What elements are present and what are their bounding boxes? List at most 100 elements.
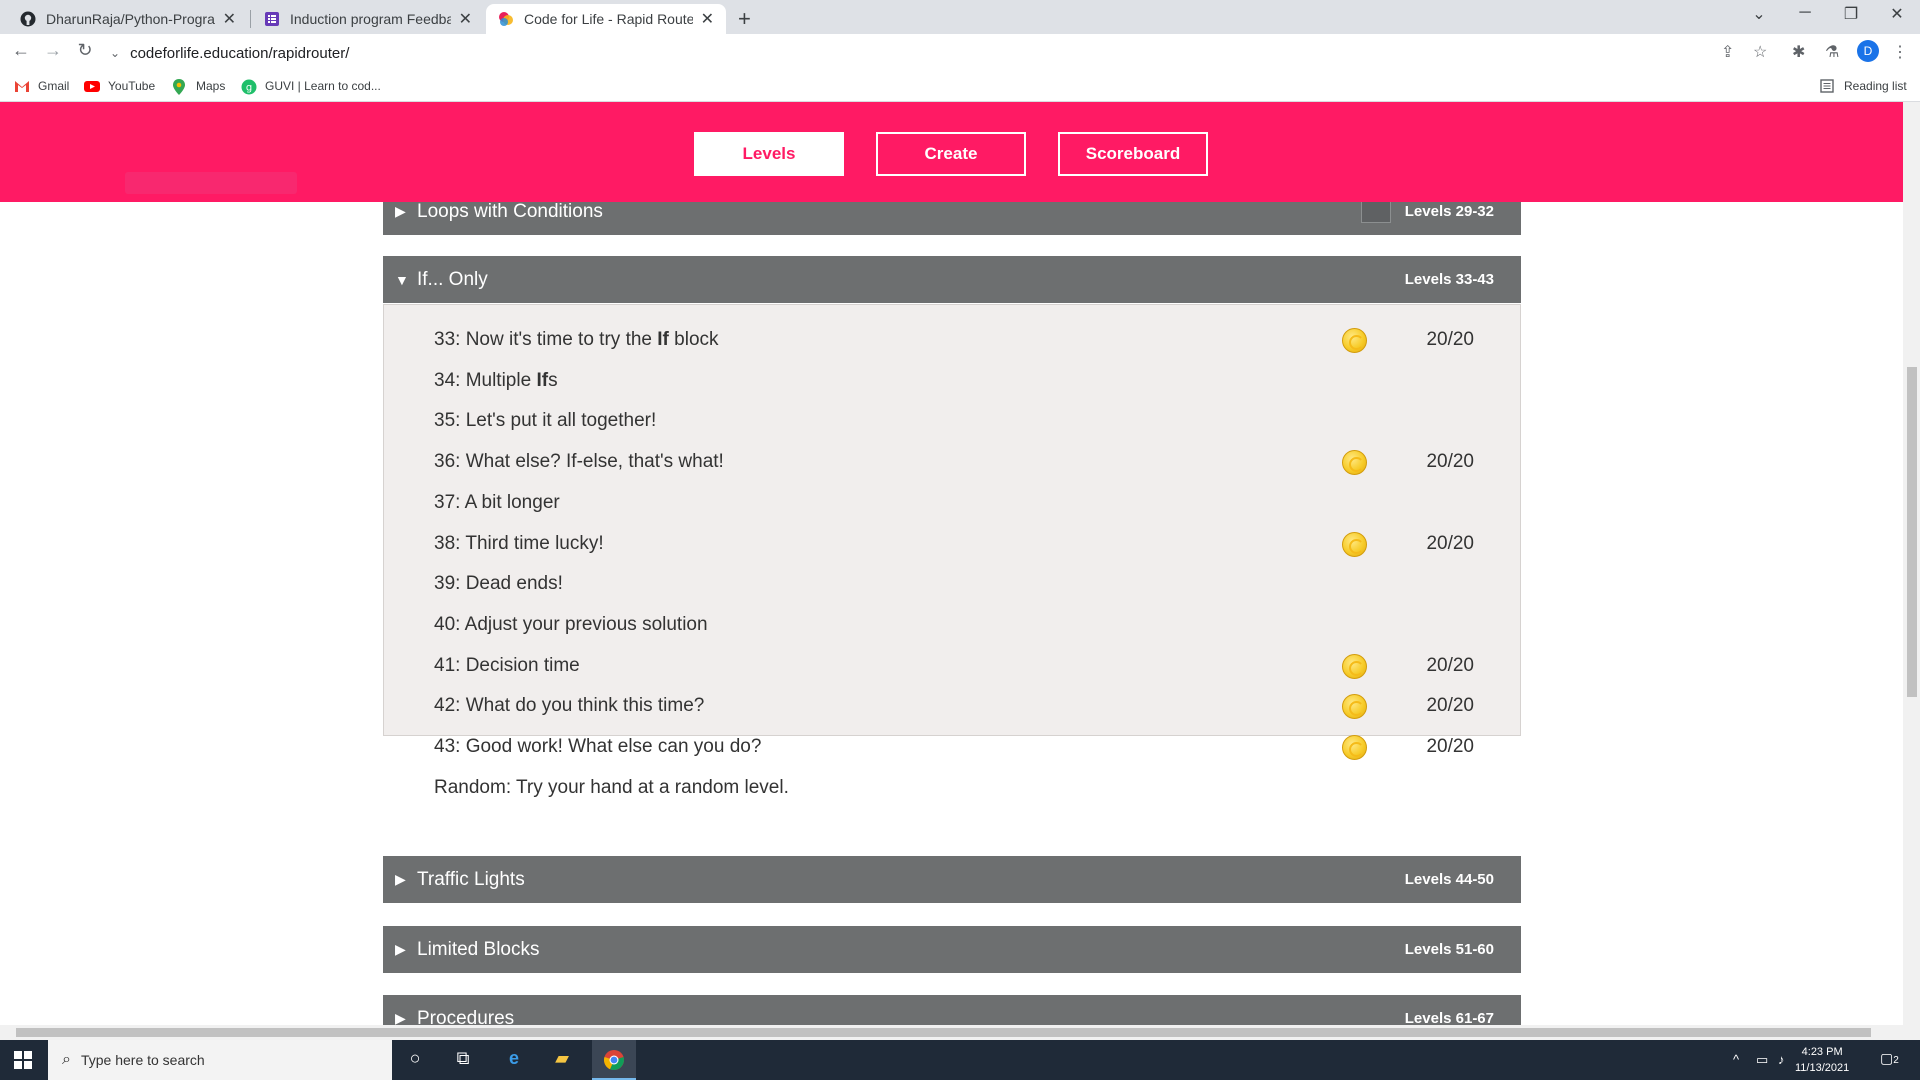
- level-name-text: Random: Try your hand at a random level.: [434, 776, 789, 798]
- taskbar-clock[interactable]: 4:23 PM 11/13/2021: [1795, 1044, 1849, 1076]
- windows-start-icon[interactable]: [14, 1051, 32, 1069]
- notifications-icon[interactable]: ▢2: [1880, 1050, 1899, 1067]
- caret-right-icon: ▶: [395, 203, 406, 219]
- close-tab-icon[interactable]: ✕: [459, 9, 472, 29]
- level-row[interactable]: 37: A bit longer: [434, 488, 1474, 518]
- horizontal-scroll-thumb[interactable]: [16, 1028, 1871, 1037]
- back-icon[interactable]: ←: [8, 40, 34, 61]
- extensions-icon[interactable]: ✱: [1792, 42, 1805, 62]
- close-window-icon[interactable]: ✕: [1874, 4, 1920, 24]
- level-name: 41: Decision time: [434, 655, 1474, 677]
- gold-coin-icon: [1342, 735, 1367, 760]
- episode-range: Levels 44-50: [1404, 871, 1494, 888]
- level-row[interactable]: Random: Try your hand at a random level.: [434, 773, 1474, 803]
- level-name: 39: Dead ends!: [434, 573, 1474, 595]
- close-tab-icon[interactable]: ✕: [223, 9, 236, 29]
- episode-thumbnail-icon: [1360, 200, 1391, 223]
- gold-coin-icon: [1342, 328, 1367, 353]
- episode-title: Loops with Conditions: [417, 200, 603, 222]
- level-row[interactable]: 38: Third time lucky! 20/20: [434, 529, 1474, 559]
- address-url: codeforlife.education/rapidrouter/: [130, 44, 350, 62]
- tab-separator: [250, 10, 251, 28]
- horizontal-scrollbar[interactable]: [0, 1025, 1920, 1040]
- page-viewport: Levels Create Scoreboard ▶ Loops with Co…: [0, 102, 1903, 1025]
- taskbar-search-box[interactable]: ⌕ Type here to search: [48, 1040, 392, 1080]
- share-icon[interactable]: ⇪: [1721, 42, 1734, 62]
- tab-search-icon[interactable]: ⌄: [1736, 4, 1782, 24]
- tab-rapid-router[interactable]: Code for Life - Rapid Router ✕: [486, 4, 726, 34]
- bookmark-label: GUVI | Learn to cod...: [265, 79, 381, 93]
- level-row[interactable]: 42: What do you think this time? 20/20: [434, 691, 1474, 721]
- level-name: Random: Try your hand at a random level.: [434, 777, 1474, 799]
- bookmark-label: Gmail: [38, 79, 70, 93]
- lab-flask-icon[interactable]: ⚗: [1825, 42, 1839, 62]
- level-score: 20/20: [1426, 532, 1474, 554]
- level-score: 20/20: [1426, 654, 1474, 676]
- cortana-icon[interactable]: ○: [402, 1048, 428, 1072]
- address-bar[interactable]: ⌄ codeforlife.education/rapidrouter/: [110, 38, 1770, 68]
- levels-button[interactable]: Levels: [694, 132, 844, 176]
- level-row[interactable]: 43: Good work! What else can you do? 20/2…: [434, 732, 1474, 762]
- profile-avatar[interactable]: D: [1857, 40, 1879, 62]
- task-view-icon[interactable]: ⧉: [450, 1048, 476, 1072]
- search-icon: ⌕: [62, 1051, 71, 1068]
- forward-icon[interactable]: →: [40, 40, 66, 61]
- reload-icon[interactable]: ↻: [72, 40, 98, 61]
- level-row[interactable]: 34: Multiple Ifs: [434, 366, 1474, 396]
- notification-count: 2: [1893, 1055, 1899, 1066]
- tab-feedback-form[interactable]: Induction program Feedback ✕: [252, 4, 484, 34]
- volume-icon[interactable]: ♪: [1778, 1052, 1785, 1067]
- level-score: 20/20: [1426, 695, 1474, 717]
- level-row[interactable]: 33: Now it's time to try the If block 20/…: [434, 325, 1474, 355]
- gold-coin-icon: [1342, 531, 1367, 557]
- level-row[interactable]: 40: Adjust your previous solution: [434, 610, 1474, 640]
- bookmark-gmail[interactable]: Gmail: [14, 79, 69, 93]
- caret-right-icon: ▶: [395, 1010, 406, 1025]
- level-row[interactable]: 36: What else? If-else, that's what! 20/2…: [434, 447, 1474, 477]
- bookmarks-bar: Gmail YouTube Maps g GUVI | Learn to cod…: [0, 72, 1920, 102]
- scoreboard-button[interactable]: Scoreboard: [1058, 132, 1208, 176]
- more-menu-icon[interactable]: ⋮: [1892, 42, 1908, 62]
- create-button[interactable]: Create: [876, 132, 1026, 176]
- level-row[interactable]: 39: Dead ends!: [434, 569, 1474, 599]
- episode-procedures[interactable]: ▶ Procedures Levels 61-67: [383, 995, 1521, 1025]
- level-name-text: 43: Good work! What else can you do?: [434, 736, 762, 757]
- file-explorer-icon[interactable]: ▰: [549, 1048, 575, 1072]
- bookmark-guvi[interactable]: g GUVI | Learn to cod...: [241, 79, 381, 95]
- episode-title: Procedures: [417, 1007, 515, 1026]
- youtube-icon: [84, 79, 100, 93]
- bookmark-star-icon[interactable]: ☆: [1753, 42, 1767, 62]
- reading-list-button[interactable]: Reading list: [1820, 79, 1907, 93]
- site-info-icon[interactable]: ⌄: [110, 46, 120, 60]
- level-row[interactable]: 41: Decision time 20/20: [434, 651, 1474, 681]
- edge-browser-icon[interactable]: e: [501, 1048, 527, 1072]
- bookmark-maps[interactable]: Maps: [172, 79, 225, 95]
- browser-tab-strip: DharunRaja/Python-Programmin ✕ Induction…: [0, 0, 1920, 34]
- restore-icon[interactable]: ❐: [1828, 4, 1874, 24]
- close-tab-icon[interactable]: ✕: [701, 9, 714, 29]
- vertical-scrollbar[interactable]: [1903, 102, 1920, 1025]
- minimize-icon[interactable]: ─: [1782, 4, 1828, 22]
- network-icon[interactable]: ▭: [1756, 1052, 1768, 1068]
- episode-if-only[interactable]: ▼ If... Only Levels 33-43: [383, 256, 1521, 303]
- new-tab-button[interactable]: +: [738, 6, 751, 32]
- gold-coin-icon: [1342, 450, 1367, 476]
- show-hidden-icons[interactable]: ^: [1733, 1052, 1739, 1067]
- episode-range: Levels 33-43: [1404, 271, 1494, 288]
- level-name-text: 33: Now it's time to try the: [434, 329, 658, 350]
- episode-traffic-lights[interactable]: ▶ Traffic Lights Levels 44-50: [383, 856, 1521, 903]
- vertical-scroll-thumb[interactable]: [1907, 367, 1917, 697]
- level-name-text: 41: Decision time: [434, 654, 580, 676]
- caret-down-icon: ▼: [395, 271, 409, 288]
- episode-title: Limited Blocks: [417, 938, 540, 960]
- episode-title: Traffic Lights: [417, 868, 525, 890]
- tab-github[interactable]: DharunRaja/Python-Programmin ✕: [8, 4, 248, 34]
- clock-date: 11/13/2021: [1795, 1062, 1850, 1074]
- chrome-taskbar-button[interactable]: [592, 1040, 636, 1080]
- episode-limited-blocks[interactable]: ▶ Limited Blocks Levels 51-60: [383, 926, 1521, 973]
- caret-right-icon: ▶: [395, 941, 406, 957]
- bookmark-youtube[interactable]: YouTube: [84, 79, 155, 93]
- level-name: 42: What do you think this time?: [434, 695, 1474, 717]
- level-row[interactable]: 35: Let's put it all together!: [434, 406, 1474, 436]
- github-icon: [20, 11, 36, 27]
